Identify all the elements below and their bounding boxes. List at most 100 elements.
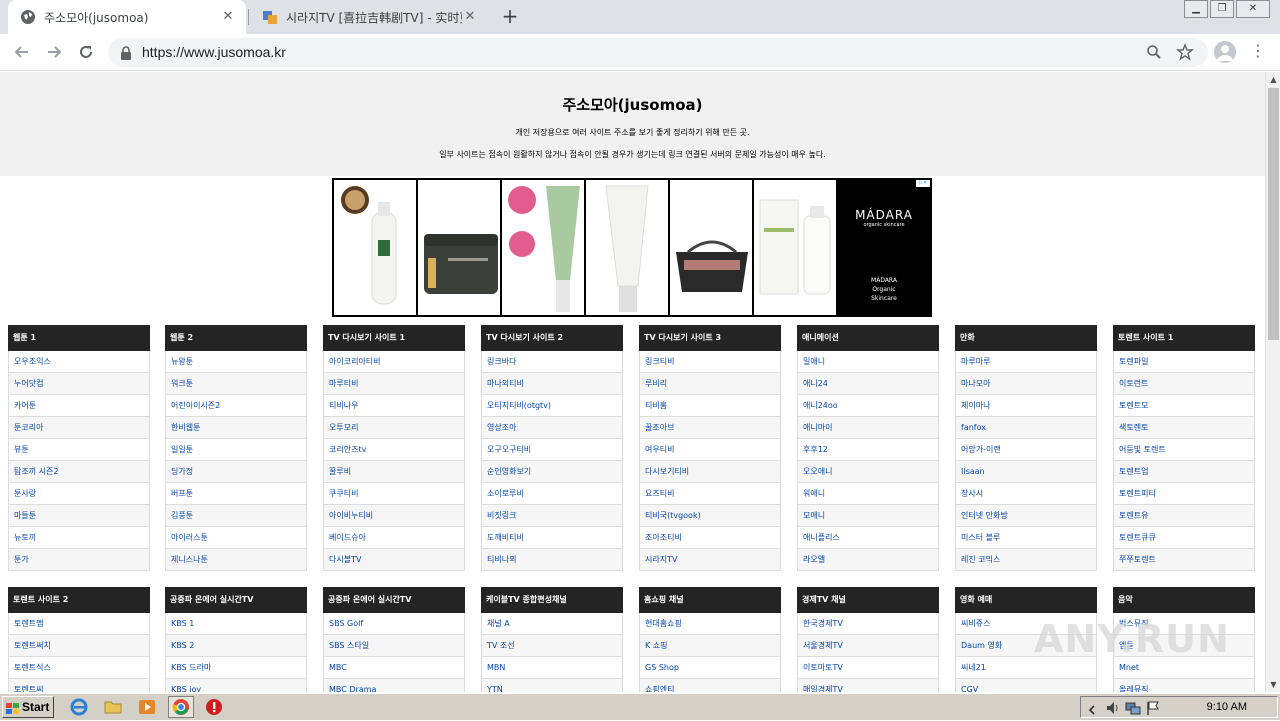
ad-product-feed-jar[interactable] xyxy=(418,180,502,315)
site-link[interactable]: 뉴왕툰 xyxy=(165,351,307,373)
site-link[interactable]: 쿠쿠티비 xyxy=(323,483,465,505)
stop-icon[interactable] xyxy=(205,698,223,716)
site-link[interactable]: 토렌트큐큐 xyxy=(1113,527,1255,549)
site-link[interactable]: 토렌트맵 xyxy=(8,613,150,635)
address-bar[interactable]: https://www.jusomoa.kr xyxy=(108,38,1208,67)
site-link[interactable]: 툰코리아 xyxy=(8,417,150,439)
site-link[interactable]: MBC xyxy=(323,657,465,679)
site-link[interactable]: 애니24oo xyxy=(797,395,939,417)
site-link[interactable]: 아이코리아티비 xyxy=(323,351,465,373)
site-link[interactable]: 애니24 xyxy=(797,373,939,395)
site-link[interactable]: 아이비누티비 xyxy=(323,505,465,527)
site-link[interactable]: 누어닷컴 xyxy=(8,373,150,395)
site-link[interactable]: KBS 1 xyxy=(165,613,307,635)
close-tab-icon[interactable]: ✕ xyxy=(220,9,236,25)
site-link[interactable]: 채널 A xyxy=(481,613,623,635)
site-link[interactable]: 제이마나 xyxy=(955,395,1097,417)
site-link[interactable]: MBN xyxy=(481,657,623,679)
site-link[interactable]: 꿀조아브 xyxy=(639,417,781,439)
site-link[interactable]: 비짓링크 xyxy=(481,505,623,527)
site-link[interactable]: 코리안즈tv xyxy=(323,439,465,461)
ie-icon[interactable] xyxy=(70,698,88,716)
site-link[interactable]: 시라지TV xyxy=(639,549,781,571)
restore-button[interactable]: ❐ xyxy=(1210,0,1234,18)
site-link[interactable]: MBC Drama xyxy=(323,679,465,692)
site-link[interactable]: 토렌트피티 xyxy=(1113,483,1255,505)
site-link[interactable]: 조아조티비 xyxy=(639,527,781,549)
site-link[interactable]: 미스터 블루 xyxy=(955,527,1097,549)
site-link[interactable]: 버프툰 xyxy=(165,483,307,505)
site-link[interactable]: 툰가 xyxy=(8,549,150,571)
site-link[interactable]: 마나모아 xyxy=(955,373,1097,395)
site-link[interactable]: 티비국(tvgook) xyxy=(639,505,781,527)
site-link[interactable]: 마루마루 xyxy=(955,351,1097,373)
site-link[interactable]: 일일툰 xyxy=(165,439,307,461)
site-link[interactable]: 티비나우 xyxy=(323,395,465,417)
reload-button[interactable] xyxy=(74,40,98,64)
site-link[interactable]: 매일경제TV xyxy=(797,679,939,692)
site-link[interactable]: KBS 2 xyxy=(165,635,307,657)
forward-button[interactable] xyxy=(42,40,66,64)
tray-expand-icon[interactable] xyxy=(1087,701,1097,720)
site-link[interactable]: 제니스나툰 xyxy=(165,549,307,571)
ad-banner[interactable]: MÁDARA organic skincare MÁDARA Organic S… xyxy=(332,178,932,317)
site-link[interactable]: 도깨비티비 xyxy=(481,527,623,549)
site-link[interactable]: YTN xyxy=(481,679,623,692)
site-link[interactable]: 마나외티비 xyxy=(481,373,623,395)
vertical-scrollbar[interactable]: ▲ ▼ xyxy=(1265,72,1280,692)
site-link[interactable]: 토렌트씨 xyxy=(8,679,150,692)
site-link[interactable]: 소이로루비 xyxy=(481,483,623,505)
site-link[interactable]: 라오앨 xyxy=(797,549,939,571)
ad-product-serum-box[interactable] xyxy=(754,180,838,315)
site-link[interactable]: 인터넷 만화방 xyxy=(955,505,1097,527)
site-link[interactable]: 마루티비 xyxy=(323,373,465,395)
site-link[interactable]: 오티지티비(otgtv) xyxy=(481,395,623,417)
site-link[interactable]: 카어툰 xyxy=(8,395,150,417)
close-tab-icon[interactable]: ✕ xyxy=(462,9,478,25)
site-link[interactable]: 한국경제TV xyxy=(797,613,939,635)
ad-product-whatever-bag[interactable] xyxy=(670,180,754,315)
site-link[interactable]: 뉴토끼 xyxy=(8,527,150,549)
site-link[interactable]: 루비리 xyxy=(639,373,781,395)
site-link[interactable]: 김풍툰 xyxy=(165,505,307,527)
site-link[interactable]: 레진 코믹스 xyxy=(955,549,1097,571)
site-link[interactable]: 어둠빛 토렌트 xyxy=(1113,439,1255,461)
ad-product-scrub-tube[interactable] xyxy=(586,180,670,315)
site-link[interactable]: 딩가정 xyxy=(165,461,307,483)
back-button[interactable] xyxy=(10,40,34,64)
site-link[interactable]: 애니마이 xyxy=(797,417,939,439)
site-link[interactable]: 한비웹툰 xyxy=(165,417,307,439)
site-link[interactable]: 티비홈 xyxy=(639,395,781,417)
site-link[interactable]: 오우조익스 xyxy=(8,351,150,373)
url-text[interactable]: https://www.jusomoa.kr xyxy=(142,44,286,60)
site-link[interactable]: 아이러스툰 xyxy=(165,527,307,549)
site-link[interactable]: 마들툰 xyxy=(8,505,150,527)
site-link[interactable]: TV 조선 xyxy=(481,635,623,657)
volume-icon[interactable] xyxy=(1105,700,1121,720)
site-link[interactable]: 어린이이시즌2 xyxy=(165,395,307,417)
clock[interactable]: 9:10 AM xyxy=(1207,701,1247,713)
start-button[interactable]: Start xyxy=(2,696,54,718)
media-player-icon[interactable] xyxy=(138,698,156,716)
site-link[interactable]: 쇼핑엔티 xyxy=(639,679,781,692)
site-link[interactable]: 툰사랑 xyxy=(8,483,150,505)
tab-jusomoa[interactable]: 주소모아(jusomoa) ✕ xyxy=(8,0,246,34)
lock-icon[interactable] xyxy=(120,45,132,64)
site-link[interactable]: 쭈쭈토렌트 xyxy=(1113,549,1255,571)
site-link[interactable]: CGV xyxy=(955,679,1097,692)
network-icon[interactable] xyxy=(1125,700,1141,720)
site-link[interactable]: SBS Golf xyxy=(323,613,465,635)
close-window-button[interactable]: ✕ xyxy=(1236,0,1270,18)
site-link[interactable]: Ilsaan xyxy=(955,461,1097,483)
site-link[interactable]: 밀애니 xyxy=(797,351,939,373)
new-tab-button[interactable]: + xyxy=(498,5,522,29)
ad-choices-icon[interactable]: ▷✕ xyxy=(916,180,930,187)
profile-avatar-icon[interactable] xyxy=(1214,41,1236,63)
site-link[interactable]: 토렌트써치 xyxy=(8,635,150,657)
folder-icon[interactable] xyxy=(104,698,122,716)
tab-shiraji[interactable]: 시라지TV [喜拉吉韩剧TV] - 实时更新 ✕ xyxy=(250,0,488,34)
site-link[interactable]: 영상조아 xyxy=(481,417,623,439)
site-link[interactable]: 토렌파일 xyxy=(1113,351,1255,373)
site-link[interactable]: 워크툰 xyxy=(165,373,307,395)
site-link[interactable]: 티비나외 xyxy=(481,549,623,571)
